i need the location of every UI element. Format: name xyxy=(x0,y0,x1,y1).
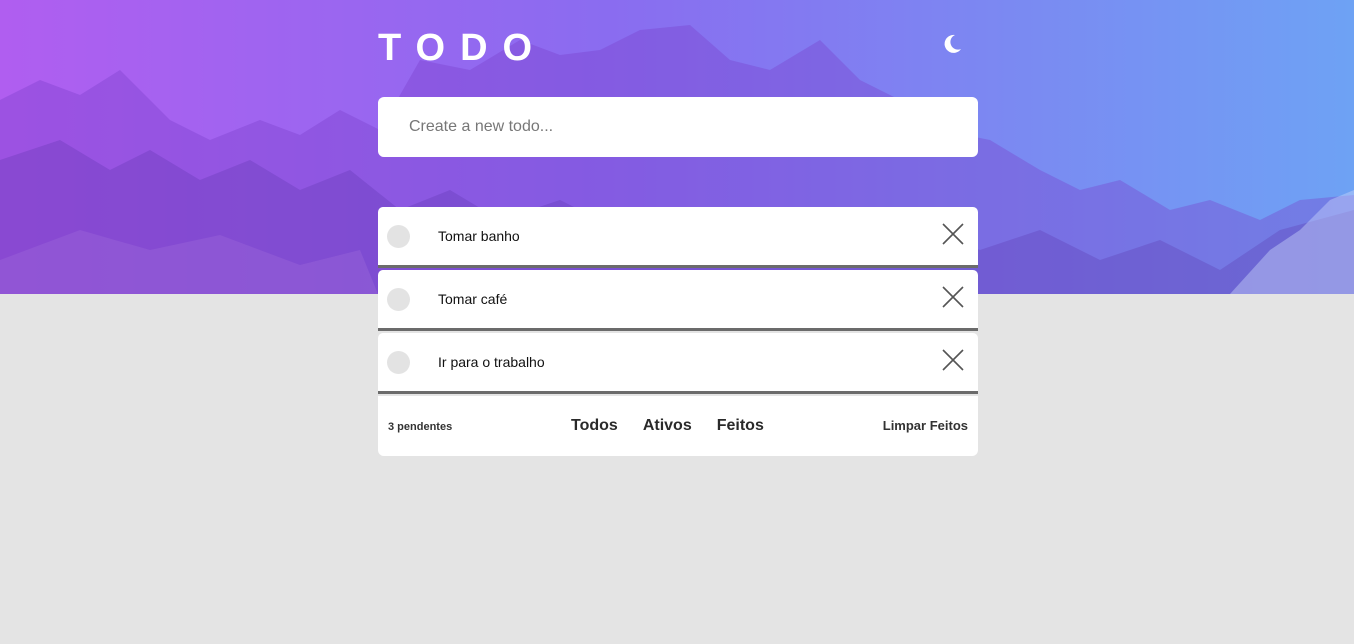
filter-all[interactable]: Todos xyxy=(571,416,618,436)
close-icon[interactable] xyxy=(942,223,964,245)
filter-active[interactable]: Ativos xyxy=(643,416,692,436)
todo-checkbox[interactable] xyxy=(387,225,410,248)
pending-count: 3 pendentes xyxy=(388,421,453,433)
todo-item: Tomar banho xyxy=(378,207,978,268)
new-todo-card xyxy=(378,97,978,157)
filter-group: Todos Ativos Feitos xyxy=(571,416,764,436)
close-icon[interactable] xyxy=(942,349,964,371)
new-todo-input[interactable] xyxy=(409,115,949,139)
filter-completed[interactable]: Feitos xyxy=(717,416,764,436)
todo-item: Tomar café xyxy=(378,270,978,331)
todo-text: Tomar café xyxy=(438,291,508,307)
close-icon[interactable] xyxy=(942,286,964,308)
app-title: TODO xyxy=(378,27,548,69)
app-header: TODO xyxy=(378,26,978,70)
todo-item: Ir para o trabalho xyxy=(378,333,978,394)
todo-checkbox[interactable] xyxy=(387,351,410,374)
todo-text: Tomar banho xyxy=(438,228,520,244)
moon-icon[interactable] xyxy=(940,32,964,56)
todo-footer: 3 pendentes Todos Ativos Feitos Limpar F… xyxy=(378,396,978,456)
todo-text: Ir para o trabalho xyxy=(438,354,545,370)
clear-completed-button[interactable]: Limpar Feitos xyxy=(883,418,968,433)
todo-checkbox[interactable] xyxy=(387,288,410,311)
todo-list: Tomar banho Tomar café Ir para o trabalh… xyxy=(378,207,978,456)
